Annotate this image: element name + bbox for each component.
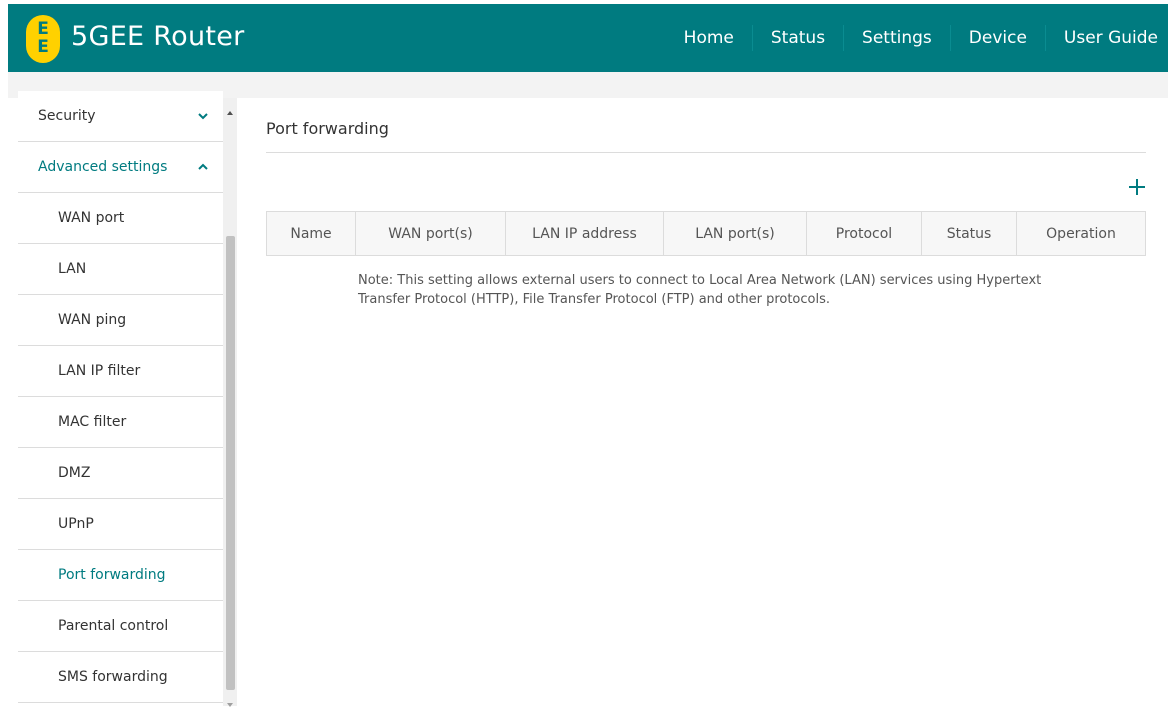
sidebar-item-label: DMZ	[58, 465, 91, 481]
column-header-name: Name	[266, 211, 356, 256]
port-forwarding-table: Name WAN port(s) LAN IP address LAN port…	[266, 211, 1146, 256]
column-header-status: Status	[921, 211, 1017, 256]
sidebar-item-lan-ip-filter[interactable]: LAN IP filter	[18, 346, 223, 397]
table-header-row: Name WAN port(s) LAN IP address LAN port…	[266, 211, 1146, 256]
scroll-up-arrow-icon[interactable]	[226, 102, 234, 115]
sidebar-item-label: Parental control	[58, 618, 169, 634]
sidebar-item-label: MAC filter	[58, 414, 127, 430]
sidebar-item-label: UPnP	[58, 516, 94, 532]
column-header-protocol: Protocol	[806, 211, 922, 256]
sidebar-item-label: LAN	[58, 261, 87, 277]
sidebar-item-advanced-settings[interactable]: Advanced settings	[18, 142, 223, 193]
sidebar-item-parental-control[interactable]: Parental control	[18, 601, 223, 652]
sidebar-item-label: Security	[38, 108, 96, 124]
sidebar: Security Advanced settings WAN port LAN …	[18, 91, 223, 706]
chevron-up-icon	[196, 142, 210, 193]
sidebar-item-label: Advanced settings	[38, 159, 168, 175]
sidebar-item-label: WAN ping	[58, 312, 127, 328]
nav-home[interactable]: Home	[666, 25, 752, 51]
brand-title: 5GEE Router	[71, 21, 245, 52]
logo-letter-bottom: E	[37, 37, 49, 57]
sidebar-item-wan-port[interactable]: WAN port	[18, 193, 223, 244]
sidebar-item-lan[interactable]: LAN	[18, 244, 223, 295]
logo-letter-top: E	[37, 19, 49, 39]
ee-logo: E E	[26, 15, 60, 63]
sidebar-item-label: WAN port	[58, 210, 125, 226]
sidebar-scrollbar[interactable]	[223, 98, 237, 707]
column-header-wan-ports: WAN port(s)	[355, 211, 506, 256]
main-panel: Port forwarding Name WAN port(s) LAN IP …	[248, 98, 1168, 706]
page-title: Port forwarding	[266, 119, 389, 138]
title-divider	[266, 152, 1146, 153]
column-header-lan-ip-address: LAN IP address	[505, 211, 664, 256]
sidebar-item-port-forwarding[interactable]: Port forwarding	[18, 550, 223, 601]
nav-status[interactable]: Status	[751, 25, 843, 51]
sidebar-item-security[interactable]: Security	[18, 91, 223, 142]
sidebar-item-wan-ping[interactable]: WAN ping	[18, 295, 223, 346]
sidebar-item-label: SMS forwarding	[58, 669, 168, 685]
nav-user-guide[interactable]: User Guide	[1044, 25, 1168, 51]
sidebar-item-label: LAN IP filter	[58, 363, 141, 379]
sidebar-item-mac-filter[interactable]: MAC filter	[18, 397, 223, 448]
scrollbar-thumb[interactable]	[226, 236, 235, 690]
scroll-down-arrow-icon[interactable]	[226, 694, 234, 707]
main-nav: Home Status Settings Device User Guide	[666, 4, 1168, 72]
help-note: Note: This setting allows external users…	[358, 273, 1042, 307]
chevron-down-icon	[196, 91, 210, 142]
nav-device[interactable]: Device	[949, 25, 1045, 51]
sidebar-item-sms-forwarding[interactable]: SMS forwarding	[18, 652, 223, 703]
plus-icon[interactable]	[1126, 176, 1148, 198]
sidebar-item-dmz[interactable]: DMZ	[18, 448, 223, 499]
top-header: E E 5GEE Router Home Status Settings Dev…	[8, 4, 1168, 72]
column-header-lan-ports: LAN port(s)	[663, 211, 807, 256]
nav-settings[interactable]: Settings	[843, 25, 950, 51]
column-header-operation: Operation	[1016, 211, 1146, 256]
sidebar-item-label: Port forwarding	[58, 567, 166, 583]
sidebar-item-upnp[interactable]: UPnP	[18, 499, 223, 550]
